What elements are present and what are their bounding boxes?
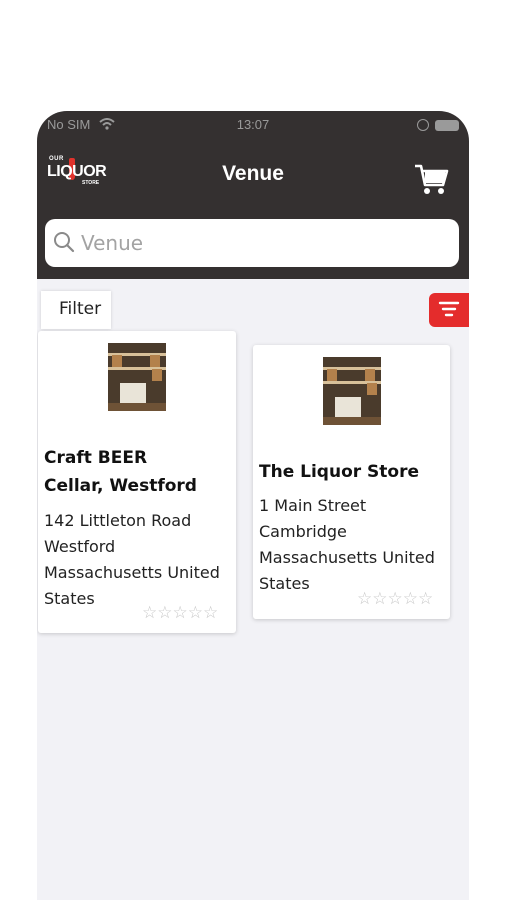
page-title: Venue	[222, 162, 284, 185]
venue-name-line: Cellar, Westford	[44, 476, 197, 496]
venue-address-line: Massachusetts United	[44, 563, 220, 582]
cart-icon[interactable]	[413, 161, 449, 197]
venue-name-line: The Liquor Store	[259, 462, 420, 482]
venue-address-line: States	[44, 589, 95, 608]
status-bar: No SIM 13:07	[37, 117, 469, 135]
venue-card[interactable]: The Liquor Store 1 Main Street Cambridge…	[253, 345, 450, 619]
venue-address-line: 142 Littleton Road	[44, 511, 192, 530]
star-outline-icon: ☆	[203, 603, 219, 623]
venue-thumbnail	[108, 343, 166, 411]
star-outline-icon: ☆	[172, 603, 188, 623]
battery-icon	[435, 120, 459, 131]
star-outline-icon: ☆	[418, 589, 434, 609]
venue-address-line: Cambridge	[259, 522, 347, 541]
venue-name-line: Craft BEER	[44, 448, 148, 468]
filter-tab[interactable]: Filter	[41, 291, 111, 329]
filter-bar: Filter	[37, 279, 469, 329]
phone-screen: No SIM 13:07 OUR LIQUOR STORE Venue Venu…	[37, 111, 469, 900]
star-outline-icon: ☆	[372, 589, 388, 609]
star-outline-icon: ☆	[142, 603, 158, 623]
star-outline-icon: ☆	[157, 603, 173, 623]
venue-address-line: 1 Main Street	[259, 496, 367, 515]
filter-icon	[438, 301, 460, 317]
app-header: No SIM 13:07 OUR LIQUOR STORE Venue	[37, 111, 469, 279]
venue-address-line: Westford	[44, 537, 116, 556]
star-outline-icon: ☆	[387, 589, 403, 609]
star-outline-icon: ☆	[187, 603, 203, 623]
status-time: 13:07	[236, 117, 270, 132]
venue-address-line: Massachusetts United	[259, 548, 435, 567]
venue-card[interactable]: Craft BEER Cellar, Westford 142 Littleto…	[38, 331, 236, 633]
star-rating: ☆☆☆☆☆	[142, 603, 218, 623]
star-outline-icon: ☆	[402, 589, 418, 609]
star-rating: ☆☆☆☆☆	[357, 589, 433, 609]
star-outline-icon: ☆	[357, 589, 373, 609]
search-icon	[54, 232, 75, 253]
venue-address-line: States	[259, 574, 310, 593]
search-input[interactable]	[81, 219, 441, 267]
search-bar[interactable]	[45, 219, 459, 267]
venue-thumbnail	[323, 357, 381, 425]
filter-button[interactable]	[429, 293, 469, 327]
orientation-lock-icon	[417, 119, 429, 131]
